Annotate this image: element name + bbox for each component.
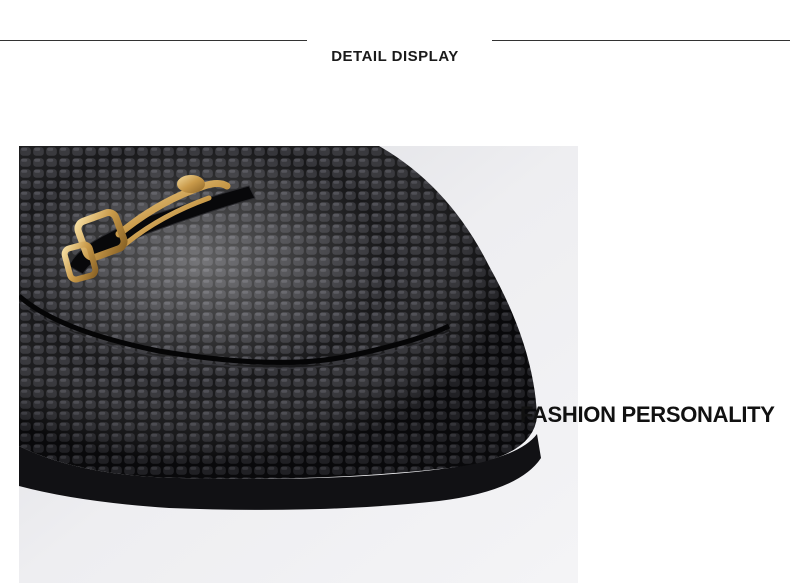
- section-title: DETAIL DISPLAY: [331, 48, 459, 65]
- product-photo: [19, 146, 578, 583]
- header-rule-right: [492, 40, 790, 41]
- fashion-personality-caption: FASHION PERSONALITY: [520, 402, 775, 427]
- shoe-closeup-illustration: [19, 146, 578, 583]
- header-rule-left: [0, 40, 307, 41]
